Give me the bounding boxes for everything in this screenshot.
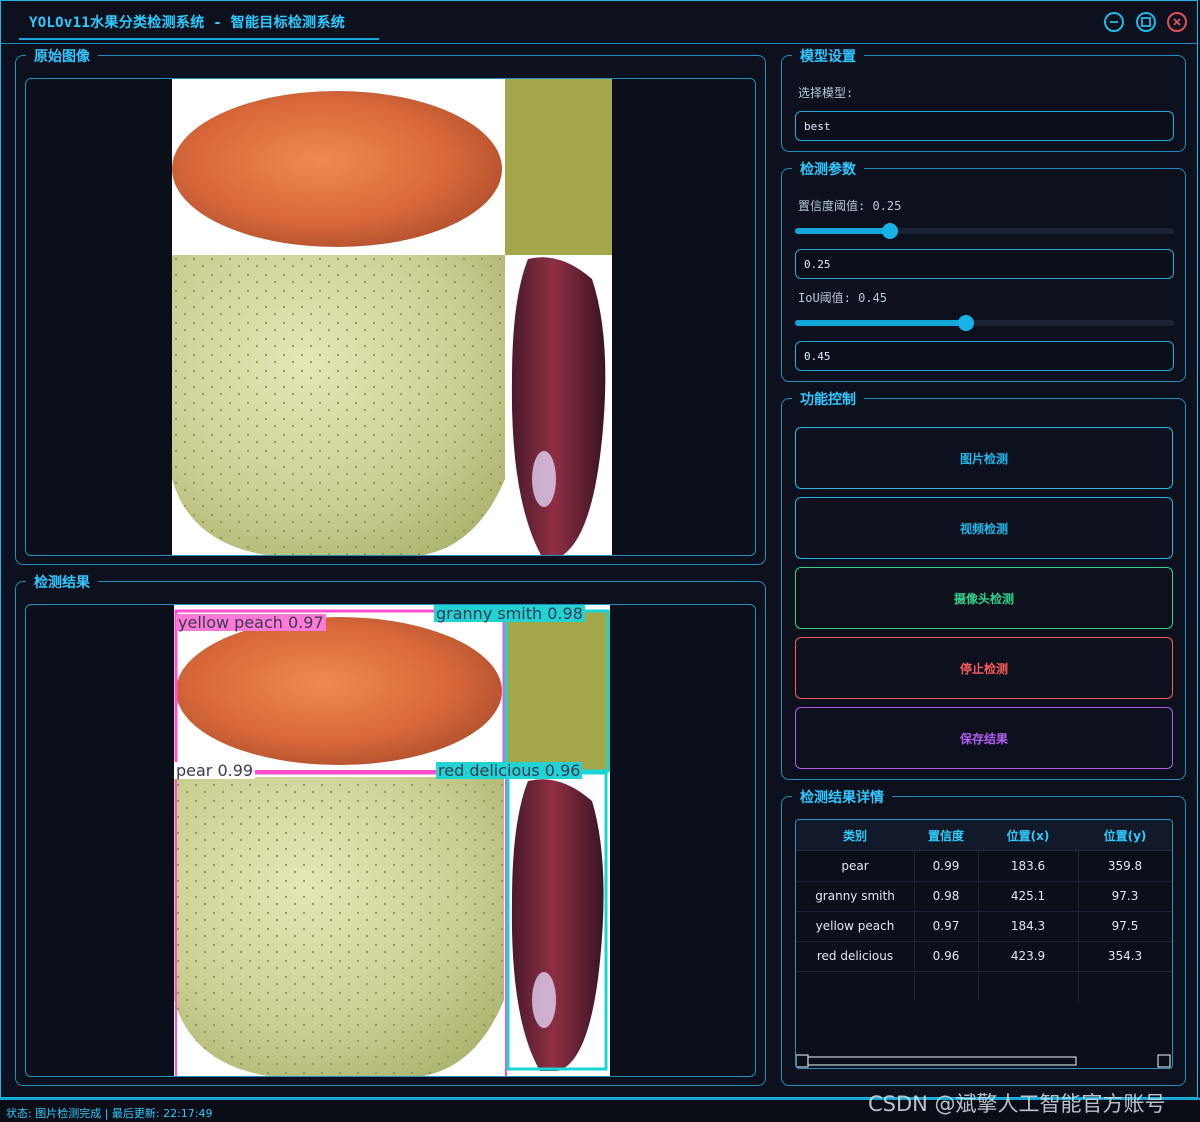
detection-result-view: yellow peach 0.97 granny smith 0.98 pear… <box>25 604 756 1077</box>
camera-detect-button[interactable]: 摄像头检测 <box>795 567 1173 629</box>
video-detect-button[interactable]: 视频检测 <box>795 497 1173 559</box>
table-row[interactable]: yellow peach 0.97 184.3 97.5 <box>796 911 1172 942</box>
original-image-title: 原始图像 <box>26 46 98 66</box>
iou-slider-fill <box>795 320 966 326</box>
detection-label-red-delicious: red delicious 0.96 <box>436 761 583 780</box>
cell-position-y: 97.5 <box>1111 919 1139 933</box>
detection-params-title: 检测参数 <box>792 159 864 179</box>
function-control-title: 功能控制 <box>792 389 864 409</box>
cell-class: granny smith <box>815 889 895 903</box>
cell-position-y: 359.8 <box>1107 859 1143 873</box>
cell-class: red delicious <box>816 949 894 963</box>
horizontal-scrollbar[interactable] <box>796 1054 1172 1068</box>
header-class[interactable]: 类别 <box>796 820 914 850</box>
table-row[interactable]: red delicious 0.96 423.9 354.3 <box>796 941 1172 972</box>
title-bar: YOLOv11水果分类检测系统 - 智能目标检测系统 <box>1 1 1197 44</box>
minimize-icon <box>1110 21 1118 23</box>
cell-confidence: 0.99 <box>932 859 960 873</box>
detection-label-granny-smith: granny smith 0.98 <box>434 604 585 623</box>
iou-input[interactable]: 0.45 <box>795 341 1174 371</box>
window-title: YOLOv11水果分类检测系统 - 智能目标检测系统 <box>29 15 346 31</box>
close-button[interactable] <box>1167 12 1187 32</box>
cell-class: yellow peach <box>815 919 895 933</box>
cell-position-x: 184.3 <box>1010 919 1046 933</box>
title-underline <box>19 38 379 40</box>
iou-slider-handle[interactable] <box>958 315 974 331</box>
function-control-panel: 功能控制 图片检测 视频检测 摄像头检测 停止检测 保存结果 <box>781 389 1186 780</box>
original-image-view <box>25 78 756 556</box>
close-icon <box>1173 18 1181 26</box>
model-select-dropdown[interactable]: best <box>795 111 1174 141</box>
column-divider <box>978 851 979 1001</box>
model-select-label: 选择模型: <box>798 86 854 100</box>
cell-position-y: 97.3 <box>1111 889 1139 903</box>
table-header: 类别 置信度 位置(x) 位置(y) <box>796 820 1172 851</box>
confidence-slider[interactable] <box>795 223 1174 239</box>
image-detect-button[interactable]: 图片检测 <box>795 427 1173 489</box>
maximize-icon <box>1141 17 1151 27</box>
detection-result-title: 检测结果 <box>26 572 98 592</box>
detection-params-panel: 检测参数 置信度阈值: 0.25 0.25 IoU阈值: 0.45 0.45 <box>781 159 1186 382</box>
save-result-button[interactable]: 保存结果 <box>795 707 1173 769</box>
confidence-input-value: 0.25 <box>804 257 831 271</box>
model-settings-title: 模型设置 <box>792 46 864 66</box>
confidence-input[interactable]: 0.25 <box>795 249 1174 279</box>
iou-input-value: 0.45 <box>804 349 831 363</box>
original-image-panel: 原始图像 <box>15 46 766 565</box>
original-image <box>172 79 612 555</box>
iou-threshold-label: IoU阈值: 0.45 <box>798 291 888 305</box>
cell-position-y: 354.3 <box>1107 949 1143 963</box>
result-image <box>174 605 610 1076</box>
detection-label-yellow-peach: yellow peach 0.97 <box>176 613 326 632</box>
maximize-button[interactable] <box>1136 12 1156 32</box>
header-position-x[interactable]: 位置(x) <box>978 820 1078 850</box>
detection-label-pear: pear 0.99 <box>174 761 256 780</box>
header-position-y[interactable]: 位置(y) <box>1078 820 1172 850</box>
table-row[interactable]: granny smith 0.98 425.1 97.3 <box>796 881 1172 912</box>
cell-position-x: 425.1 <box>1010 889 1046 903</box>
column-divider <box>914 851 915 1001</box>
detection-details-table: 类别 置信度 位置(x) 位置(y) pear 0.99 183.6 359.8… <box>795 819 1173 1069</box>
confidence-slider-handle[interactable] <box>882 223 898 239</box>
app-window: YOLOv11水果分类检测系统 - 智能目标检测系统 原始图像 检测结果 yel… <box>0 0 1198 1098</box>
cell-position-x: 423.9 <box>1010 949 1046 963</box>
detection-details-title: 检测结果详情 <box>792 787 892 807</box>
confidence-slider-fill <box>795 228 890 234</box>
table-row[interactable]: pear 0.99 183.6 359.8 <box>796 851 1172 882</box>
confidence-threshold-label: 置信度阈值: 0.25 <box>798 199 902 213</box>
header-confidence[interactable]: 置信度 <box>914 820 978 850</box>
cell-confidence: 0.96 <box>932 949 960 963</box>
iou-slider[interactable] <box>795 315 1174 331</box>
cell-confidence: 0.98 <box>932 889 960 903</box>
column-divider <box>1078 851 1079 1001</box>
model-selected-value: best <box>804 119 831 133</box>
detection-details-panel: 检测结果详情 类别 置信度 位置(x) 位置(y) pear 0.99 183.… <box>781 787 1186 1086</box>
detection-result-panel: 检测结果 yellow peach 0.97 granny smith 0.98… <box>15 572 766 1086</box>
stop-detect-button[interactable]: 停止检测 <box>795 637 1173 699</box>
cell-class: pear <box>841 859 869 873</box>
model-settings-panel: 模型设置 选择模型: best <box>781 46 1186 152</box>
minimize-button[interactable] <box>1104 12 1124 32</box>
cell-position-x: 183.6 <box>1010 859 1046 873</box>
cell-confidence: 0.97 <box>932 919 960 933</box>
status-text: 状态: 图片检测完成 | 最后更新: 22:17:49 <box>6 1107 213 1120</box>
watermark: CSDN @斌擎人工智能官方账号 <box>868 1092 1166 1116</box>
